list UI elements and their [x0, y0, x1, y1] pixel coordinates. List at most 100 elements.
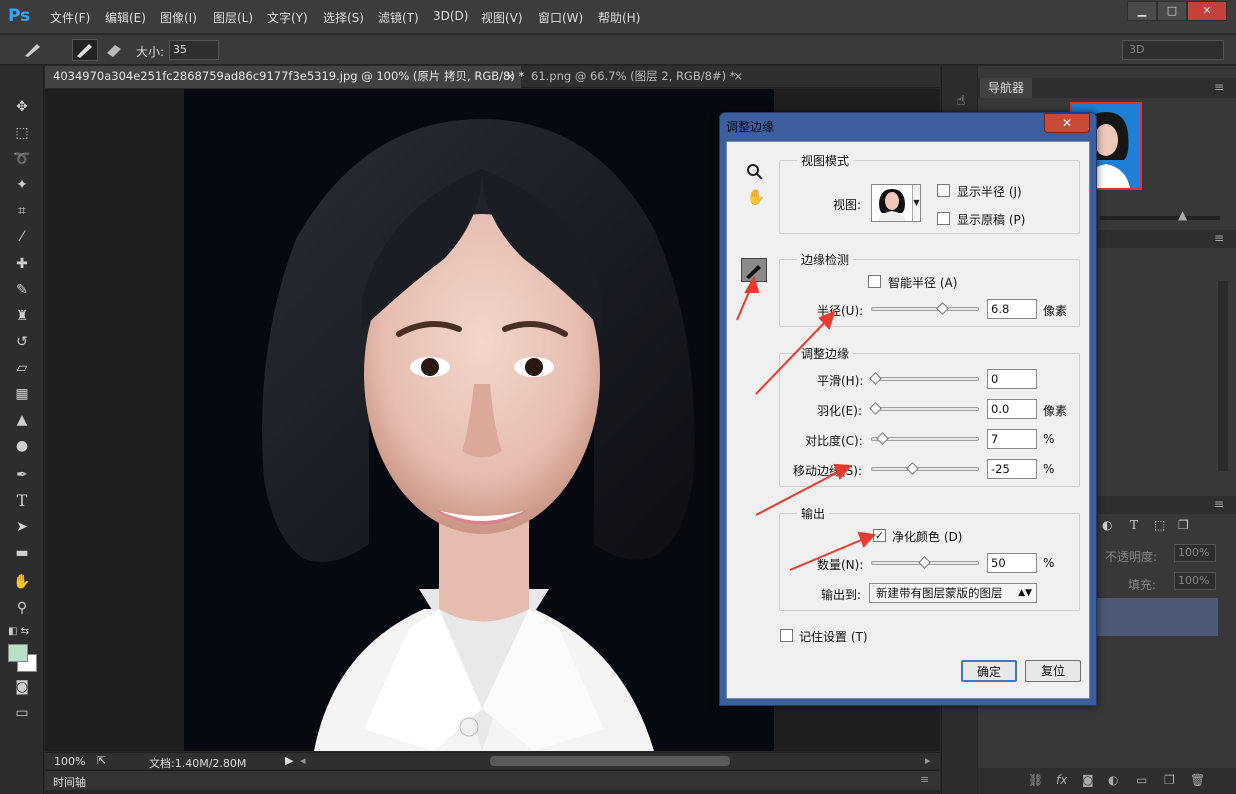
- pen-tool-icon[interactable]: ✒: [10, 464, 34, 486]
- reset-button[interactable]: 复位: [1025, 660, 1081, 682]
- decontaminate-checkbox[interactable]: ✓: [873, 529, 886, 542]
- type-tool-icon[interactable]: T: [10, 490, 34, 512]
- scroll-left-icon[interactable]: ◂: [300, 754, 306, 767]
- remember-settings-checkbox[interactable]: [780, 629, 793, 642]
- new-group-icon[interactable]: ▭: [1136, 773, 1147, 787]
- smart-object-filter-icon[interactable]: ❐: [1178, 518, 1189, 532]
- panel-menu-icon[interactable]: ≡: [1214, 231, 1224, 245]
- menu-help[interactable]: 帮助(H): [598, 9, 640, 26]
- navigator-zoom-slider[interactable]: [1100, 216, 1220, 220]
- show-radius-label[interactable]: 显示半径 (J): [957, 183, 1022, 200]
- refine-radius-tool-icon[interactable]: [72, 39, 98, 61]
- new-layer-icon[interactable]: ❐: [1164, 773, 1175, 787]
- remember-settings-label[interactable]: 记住设置 (T): [799, 628, 868, 645]
- chevron-down-icon[interactable]: ▼: [912, 185, 920, 221]
- show-original-checkbox[interactable]: [937, 212, 950, 225]
- show-original-label[interactable]: 显示原稿 (P): [957, 211, 1025, 228]
- eyedropper-tool-icon[interactable]: ⁄: [10, 226, 34, 248]
- hand-tool-icon[interactable]: ✋: [10, 571, 34, 593]
- history-brush-tool-icon[interactable]: ↺: [10, 331, 34, 353]
- radius-input[interactable]: 6.8: [987, 299, 1037, 319]
- shift-edge-slider[interactable]: [871, 467, 979, 471]
- brush-preset-icon[interactable]: [22, 41, 44, 59]
- timeline-menu-icon[interactable]: ≡: [920, 773, 929, 786]
- dodge-tool-icon[interactable]: ●: [10, 435, 34, 457]
- menu-file[interactable]: 文件(F): [50, 9, 90, 26]
- magic-wand-tool-icon[interactable]: ✦: [10, 174, 34, 196]
- healing-brush-tool-icon[interactable]: ✚: [10, 253, 34, 275]
- menu-select[interactable]: 选择(S): [323, 9, 364, 26]
- maximize-button[interactable]: □: [1157, 1, 1187, 21]
- crop-tool-icon[interactable]: ⌗: [10, 200, 34, 222]
- add-mask-icon[interactable]: ◙: [1082, 773, 1094, 787]
- menu-3d[interactable]: 3D(D): [433, 9, 468, 23]
- tab-close-icon[interactable]: ×: [505, 66, 515, 87]
- brush-tool-icon[interactable]: ✎: [10, 279, 34, 301]
- fill-input[interactable]: 100%: [1174, 572, 1216, 590]
- link-layers-icon[interactable]: ⛓: [1028, 773, 1043, 787]
- foreground-color-swatch[interactable]: [8, 644, 28, 662]
- refine-radius-tool-icon[interactable]: [741, 258, 767, 282]
- smart-radius-checkbox[interactable]: [868, 275, 881, 288]
- timeline-label[interactable]: 时间轴: [53, 774, 86, 790]
- menu-window[interactable]: 窗口(W): [538, 9, 583, 26]
- smart-radius-label[interactable]: 智能半径 (A): [888, 274, 957, 291]
- pixel-filter-icon[interactable]: ◐: [1102, 518, 1112, 532]
- menu-filter[interactable]: 滤镜(T): [378, 9, 419, 26]
- status-menu-arrow-icon[interactable]: ▶: [285, 754, 293, 767]
- panel-menu-icon[interactable]: ≡: [1214, 497, 1224, 511]
- default-colors-icon[interactable]: ◧ ⇆: [8, 626, 29, 637]
- zoom-tool-icon[interactable]: [745, 162, 767, 182]
- feather-slider[interactable]: [871, 407, 979, 411]
- navigator-tab[interactable]: 导航器: [980, 78, 1033, 98]
- close-window-button[interactable]: ✕: [1187, 1, 1227, 21]
- tab-document-2[interactable]: 61.png @ 66.7% (图层 2, RGB/8#) * ×: [523, 66, 745, 88]
- horizontal-scrollbar[interactable]: [490, 756, 730, 766]
- quick-mask-icon[interactable]: ◙: [10, 676, 34, 698]
- zoom-level[interactable]: 100%: [54, 755, 85, 768]
- lasso-tool-icon[interactable]: ➰: [10, 148, 34, 170]
- tab-close-icon[interactable]: ×: [733, 66, 743, 87]
- erase-refinements-tool-icon[interactable]: [102, 39, 126, 61]
- smooth-slider[interactable]: [871, 377, 979, 381]
- adjustment-layer-icon[interactable]: ◐: [1108, 773, 1118, 787]
- scroll-right-icon[interactable]: ▸: [925, 754, 931, 767]
- minimize-button[interactable]: ▁: [1127, 1, 1157, 21]
- portrait-photo[interactable]: [184, 89, 774, 751]
- amount-input[interactable]: 50: [987, 553, 1037, 573]
- zoom-tool-icon[interactable]: ⚲: [10, 597, 34, 619]
- move-tool-icon[interactable]: ✥: [10, 96, 34, 118]
- menu-image[interactable]: 图像(I): [160, 9, 197, 26]
- panel-menu-icon[interactable]: ≡: [1214, 80, 1224, 94]
- path-selection-tool-icon[interactable]: ➤: [10, 516, 34, 538]
- show-radius-checkbox[interactable]: [937, 184, 950, 197]
- shape-filter-icon[interactable]: ⬚: [1154, 518, 1165, 532]
- layer-style-icon[interactable]: fx: [1056, 773, 1067, 787]
- rectangle-tool-icon[interactable]: ▬: [10, 542, 34, 564]
- menu-view[interactable]: 视图(V): [481, 9, 523, 26]
- menu-type[interactable]: 文字(Y): [267, 9, 308, 26]
- history-scrollbar[interactable]: [1218, 281, 1228, 471]
- ok-button[interactable]: 确定: [961, 660, 1017, 682]
- workspace-select[interactable]: 3D: [1122, 40, 1224, 60]
- radius-slider[interactable]: [871, 307, 979, 311]
- tool-presets-icon[interactable]: ☝: [950, 90, 972, 112]
- menu-edit[interactable]: 编辑(E): [105, 9, 146, 26]
- marquee-tool-icon[interactable]: ⬚: [10, 122, 34, 144]
- tab-document-1[interactable]: 4034970a304e251fc2868759ad86c9177f3e5319…: [45, 66, 524, 88]
- zoom-in-icon[interactable]: ▲: [1178, 208, 1187, 222]
- clone-stamp-tool-icon[interactable]: ♜: [10, 305, 34, 327]
- delete-layer-icon[interactable]: 🗑: [1190, 773, 1205, 787]
- contrast-input[interactable]: 7: [987, 429, 1037, 449]
- view-preview-dropdown[interactable]: ▼: [871, 184, 921, 222]
- output-to-select[interactable]: 新建带有图层蒙版的图层 ▲▼: [869, 583, 1037, 603]
- eraser-tool-icon[interactable]: ▱: [10, 357, 34, 379]
- decontaminate-label[interactable]: 净化颜色 (D): [892, 528, 962, 545]
- layer-row-selected[interactable]: [1096, 598, 1218, 636]
- dialog-close-button[interactable]: ✕: [1044, 113, 1090, 133]
- type-filter-icon[interactable]: T: [1130, 518, 1138, 532]
- smooth-input[interactable]: 0: [987, 369, 1037, 389]
- screen-mode-icon[interactable]: ▭: [10, 702, 34, 724]
- shift-edge-input[interactable]: -25: [987, 459, 1037, 479]
- hand-tool-icon[interactable]: ✋: [745, 188, 767, 208]
